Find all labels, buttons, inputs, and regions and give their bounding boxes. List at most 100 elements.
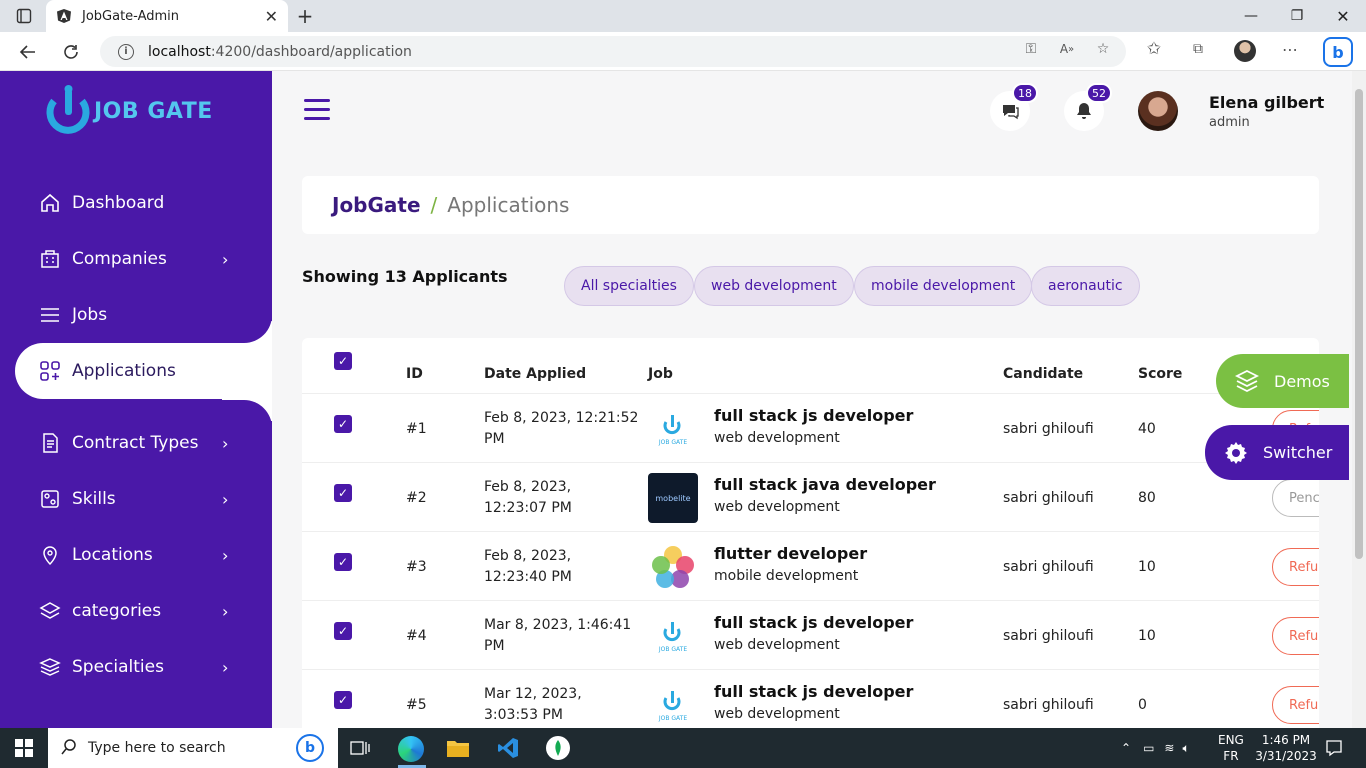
user-avatar[interactable]	[1138, 91, 1178, 131]
browser-tab-active[interactable]: JobGate-Admin ✕	[46, 0, 288, 32]
status-button[interactable]: Penc	[1272, 479, 1319, 517]
score: 80	[1138, 490, 1156, 506]
row-checkbox[interactable]: ✓	[334, 622, 352, 640]
bing-search-icon[interactable]: b	[296, 734, 324, 762]
refresh-icon[interactable]	[60, 41, 82, 63]
read-aloud-icon[interactable]: A»	[1058, 40, 1076, 58]
filter-chip-all[interactable]: All specialties	[564, 266, 694, 306]
filter-chip-aeronautic[interactable]: aeronautic	[1031, 266, 1140, 306]
candidate-name[interactable]: sabri ghiloufi	[1003, 628, 1094, 644]
restore-icon[interactable]: ❐	[1274, 0, 1320, 32]
filter-chip-web[interactable]: web development	[694, 266, 854, 306]
task-view-icon[interactable]	[348, 736, 372, 760]
battery-icon[interactable]: ▭	[1143, 741, 1154, 755]
collections-icon[interactable]: ⧉	[1189, 40, 1207, 58]
header-candidate[interactable]: Candidate	[1003, 366, 1083, 382]
switcher-button[interactable]: Switcher	[1205, 425, 1349, 480]
candidate-name[interactable]: sabri ghiloufi	[1003, 559, 1094, 575]
main-content: 18 52 Elena gilbert admin JobGate / Appl…	[272, 71, 1352, 728]
site-info-icon[interactable]: i	[118, 43, 134, 60]
header-score[interactable]: Score	[1138, 366, 1182, 382]
bing-icon[interactable]: b	[1323, 37, 1353, 67]
row-checkbox[interactable]: ✓	[334, 415, 352, 433]
wifi-icon[interactable]: ≋	[1164, 741, 1174, 755]
building-icon	[38, 247, 62, 271]
header-date[interactable]: Date Applied	[484, 366, 586, 382]
tab-actions-icon[interactable]	[15, 7, 33, 25]
status-button[interactable]: Refu	[1272, 617, 1319, 655]
url-field[interactable]: i localhost:4200/dashboard/application	[100, 36, 1126, 67]
minimize-icon[interactable]: —	[1228, 0, 1274, 32]
volume-icon[interactable]: 🔈︎	[1182, 741, 1189, 756]
sidebar-item-dashboard[interactable]: Dashboard	[0, 175, 272, 231]
windows-taskbar: Type here to search b ⌃ ▭ ≋ 🔈︎ ENG FR 1:…	[0, 728, 1366, 768]
jobgate-logo[interactable]: JOB GATE	[44, 83, 213, 139]
status-button[interactable]: Refu	[1272, 686, 1319, 724]
user-name[interactable]: Elena gilbert	[1209, 93, 1324, 112]
row-date-2: 3:03:53 PM	[484, 707, 563, 723]
candidate-name[interactable]: sabri ghiloufi	[1003, 697, 1094, 713]
candidate-name[interactable]: sabri ghiloufi	[1003, 490, 1094, 506]
vscode-icon[interactable]	[496, 736, 520, 760]
page-scrollbar[interactable]	[1352, 71, 1366, 728]
row-checkbox[interactable]: ✓	[334, 484, 352, 502]
sidebar-item-skills[interactable]: Skills ›	[0, 471, 272, 527]
table-row[interactable]: ✓ #2 Feb 8, 2023, 12:23:07 PM mobelite f…	[302, 462, 1319, 531]
sidebar-item-applications[interactable]: Applications	[15, 343, 272, 399]
skills-icon	[38, 487, 62, 511]
logo-text: JOB GATE	[94, 98, 213, 124]
profile-avatar[interactable]	[1234, 40, 1256, 62]
windows-start-icon[interactable]	[12, 736, 36, 760]
new-tab-icon[interactable]: +	[296, 4, 314, 28]
table-row[interactable]: ✓ #1 Feb 8, 2023, 12:21:52 PM JOB GATE f…	[302, 393, 1319, 462]
job-title[interactable]: full stack java developer	[714, 475, 936, 494]
filter-chip-mobile[interactable]: mobile development	[854, 266, 1033, 306]
job-title[interactable]: flutter developer	[714, 544, 867, 563]
candidate-name[interactable]: sabri ghiloufi	[1003, 421, 1094, 437]
close-tab-icon[interactable]: ✕	[265, 7, 278, 26]
sidebar-item-specialties[interactable]: Specialties ›	[0, 639, 272, 695]
edge-browser-icon[interactable]	[398, 736, 424, 762]
clock[interactable]: 1:46 PM 3/31/2023	[1254, 728, 1318, 768]
breadcrumb-home[interactable]: JobGate	[332, 193, 421, 217]
select-all-checkbox[interactable]: ✓	[334, 352, 352, 370]
chevron-up-icon[interactable]: ⌃	[1121, 741, 1131, 755]
favorites-icon[interactable]: ✩	[1145, 39, 1163, 59]
mongodb-compass-icon[interactable]	[546, 736, 570, 760]
table-row[interactable]: ✓ #5 Mar 12, 2023, 3:03:53 PM JOB GATE f…	[302, 669, 1319, 728]
chevron-right-icon: ›	[222, 545, 229, 565]
notification-center-icon[interactable]	[1322, 736, 1346, 760]
job-title[interactable]: full stack js developer	[714, 682, 913, 701]
more-menu-icon[interactable]: ⋯	[1281, 40, 1299, 59]
scrollbar-thumb[interactable]	[1355, 89, 1363, 559]
sidebar-item-label: categories	[72, 601, 162, 621]
row-checkbox[interactable]: ✓	[334, 691, 352, 709]
notifications-button[interactable]: 52	[1064, 83, 1112, 131]
demos-button[interactable]: Demos	[1216, 354, 1349, 408]
hamburger-menu-icon[interactable]	[304, 99, 330, 121]
window-close-icon[interactable]: ✕	[1320, 0, 1366, 32]
sidebar-item-locations[interactable]: Locations ›	[0, 527, 272, 583]
sidebar-item-contract-types[interactable]: Contract Types ›	[0, 415, 272, 471]
breadcrumb-separator: /	[430, 193, 438, 217]
job-title[interactable]: full stack js developer	[714, 406, 913, 425]
messages-button[interactable]: 18	[990, 83, 1038, 131]
header-id[interactable]: ID	[406, 366, 423, 382]
file-explorer-icon[interactable]	[446, 736, 470, 760]
row-checkbox[interactable]: ✓	[334, 553, 352, 571]
taskbar-search[interactable]: Type here to search b	[48, 728, 338, 768]
table-row[interactable]: ✓ #3 Feb 8, 2023, 12:23:40 PM flutter de…	[302, 531, 1319, 600]
demos-label: Demos	[1274, 371, 1330, 391]
header-job[interactable]: Job	[648, 366, 673, 382]
table-row[interactable]: ✓ #4 Mar 8, 2023, 1:46:41 PM JOB GATE fu…	[302, 600, 1319, 669]
key-icon[interactable]: ⚿	[1022, 40, 1040, 58]
job-title[interactable]: full stack js developer	[714, 613, 913, 632]
tray-icons[interactable]: ⌃ ▭ ≋ 🔈︎	[1121, 728, 1190, 768]
status-button[interactable]: Refu	[1272, 548, 1319, 586]
sidebar-item-companies[interactable]: Companies ›	[0, 231, 272, 287]
sidebar-item-label: Applications	[72, 361, 176, 381]
sidebar-item-categories[interactable]: categories ›	[0, 583, 272, 639]
language-indicator[interactable]: ENG FR	[1218, 728, 1244, 768]
add-favorite-icon[interactable]: ☆	[1094, 40, 1112, 58]
back-icon[interactable]	[17, 41, 39, 63]
